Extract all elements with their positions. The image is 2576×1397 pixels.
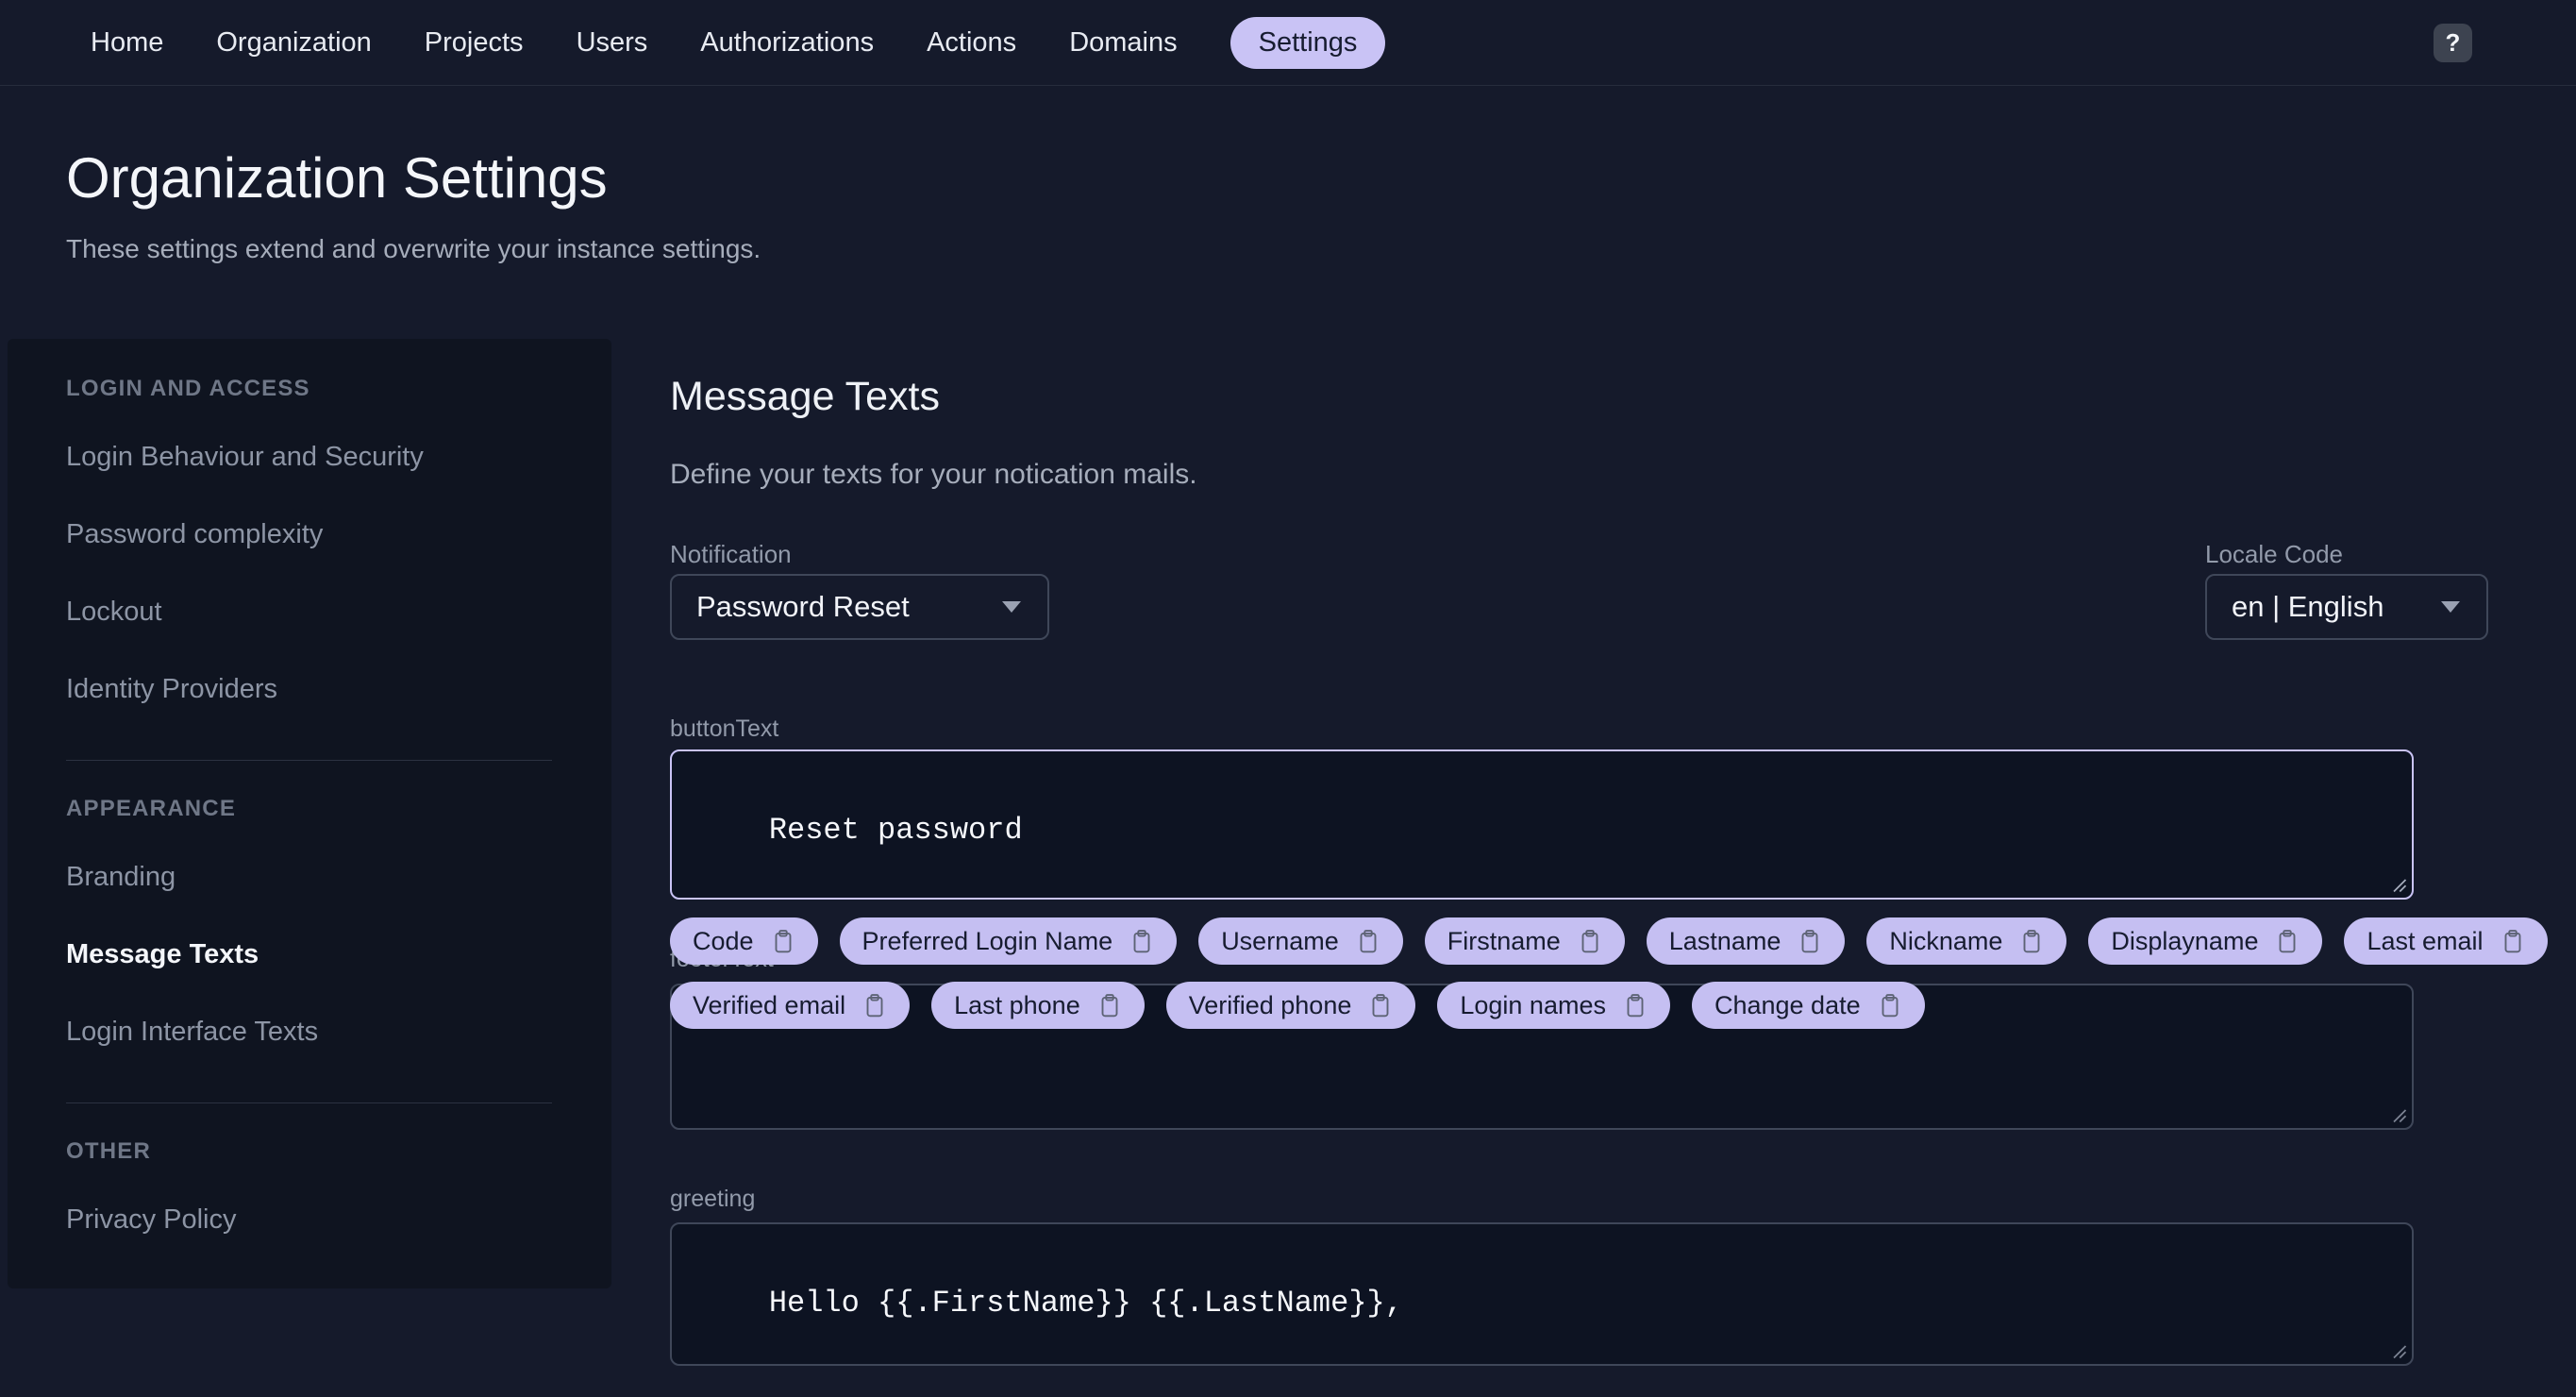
chip-code[interactable]: Code [670, 917, 818, 965]
sidebar-section-appearance: APPEARANCE [66, 796, 237, 821]
page-title: Organization Settings [66, 146, 608, 210]
chip-label: Verified email [693, 990, 846, 1019]
chip-label: Login names [1460, 990, 1606, 1019]
clipboard-icon [2023, 930, 2040, 953]
nav-item-users[interactable]: Users [577, 27, 648, 59]
sidebar-item-privacy-policy[interactable]: Privacy Policy [66, 1205, 611, 1234]
locale-select[interactable]: en | English [2205, 574, 2488, 640]
greeting-textarea[interactable]: Hello {{.FirstName}} {{.LastName}}, [670, 1222, 2414, 1366]
section-title: Message Texts [670, 374, 941, 419]
sidebar-item-login-behaviour-and-security[interactable]: Login Behaviour and Security [66, 443, 611, 471]
section-subtitle: Define your texts for your notication ma… [670, 459, 1197, 490]
nav-item-home[interactable]: Home [91, 27, 163, 59]
chip-nickname[interactable]: Nickname [1866, 917, 2067, 965]
locale-selected-value: en | English [2232, 590, 2384, 623]
nav-item-organization[interactable]: Organization [216, 27, 371, 59]
buttontext-label: buttonText [670, 715, 779, 742]
chip-label: Verified phone [1188, 990, 1352, 1019]
greeting-label: greeting [670, 1186, 756, 1212]
clipboard-icon [1360, 930, 1377, 953]
chip-login-names[interactable]: Login names [1437, 982, 1670, 1029]
clipboard-icon [1372, 994, 1389, 1018]
page-header: Organization Settings These settings ext… [66, 147, 761, 264]
resize-grip-icon[interactable] [2389, 1105, 2408, 1124]
chevron-down-icon [1002, 601, 1021, 613]
clipboard-icon [2504, 930, 2520, 953]
chip-label: Displayname [2111, 926, 2259, 955]
placeholder-chips-row-1: Code Preferred Login Name Username First… [670, 917, 2548, 965]
chip-label: Preferred Login Name [861, 926, 1113, 955]
sidebar-item-identity-providers[interactable]: Identity Providers [66, 675, 611, 703]
sidebar-item-branding[interactable]: Branding [66, 863, 611, 891]
clipboard-icon [2280, 930, 2296, 953]
chip-label: Code [693, 926, 754, 955]
buttontext-value: Reset password [768, 813, 1023, 848]
buttontext-textarea[interactable]: Reset password [670, 749, 2414, 900]
chip-firstname[interactable]: Firstname [1424, 917, 1625, 965]
notification-selected-value: Password Reset [696, 590, 910, 623]
chevron-down-icon [2441, 601, 2460, 613]
sidebar-divider [66, 760, 552, 761]
chip-label: Firstname [1447, 926, 1561, 955]
chip-preferred-login-name[interactable]: Preferred Login Name [839, 917, 1178, 965]
chip-displayname[interactable]: Displayname [2088, 917, 2323, 965]
sidebar-divider [66, 1102, 552, 1103]
message-texts-panel: Message Texts Define your texts for your… [670, 0, 2548, 1397]
resize-grip-icon[interactable] [2389, 875, 2408, 894]
sidebar-item-password-complexity[interactable]: Password complexity [66, 520, 611, 548]
chip-label: Nickname [1889, 926, 2003, 955]
sidebar-item-lockout[interactable]: Lockout [66, 598, 611, 626]
clipboard-icon [1801, 930, 1818, 953]
sidebar-section-login-and-access: LOGIN AND ACCESS [66, 376, 310, 401]
chip-verified-phone[interactable]: Verified phone [1165, 982, 1416, 1029]
chip-change-date[interactable]: Change date [1691, 982, 1925, 1029]
chip-label: Last phone [954, 990, 1080, 1019]
placeholder-chips-row-2: Verified email Last phone Verified phone… [670, 982, 1925, 1029]
sidebar-item-message-texts-active[interactable]: Message Texts [66, 940, 611, 968]
settings-sidebar: LOGIN AND ACCESS Login Behaviour and Sec… [8, 339, 611, 1288]
chip-label: Lastname [1668, 926, 1781, 955]
clipboard-icon [1101, 994, 1118, 1018]
clipboard-icon [1133, 930, 1150, 953]
clipboard-icon [1581, 930, 1598, 953]
clipboard-icon [775, 930, 791, 953]
nav-item-projects[interactable]: Projects [425, 27, 524, 59]
chip-label: Last email [2367, 926, 2484, 955]
resize-grip-icon[interactable] [2389, 1341, 2408, 1360]
page-subtitle: These settings extend and overwrite your… [66, 234, 761, 263]
clipboard-icon [866, 994, 883, 1018]
chip-lastname[interactable]: Lastname [1646, 917, 1846, 965]
clipboard-icon [1627, 994, 1644, 1018]
notification-select[interactable]: Password Reset [670, 574, 1049, 640]
chip-username[interactable]: Username [1198, 917, 1403, 965]
chip-last-phone[interactable]: Last phone [931, 982, 1145, 1029]
clipboard-icon [1882, 994, 1899, 1018]
chip-verified-email[interactable]: Verified email [670, 982, 911, 1029]
greeting-value: Hello {{.FirstName}} {{.LastName}}, [768, 1286, 1403, 1321]
chip-label: Username [1221, 926, 1339, 955]
notification-label: Notification [670, 540, 792, 568]
chip-label: Change date [1714, 990, 1861, 1019]
locale-code-label: Locale Code [2205, 540, 2343, 568]
chip-last-email[interactable]: Last email [2344, 917, 2548, 965]
sidebar-section-other: OTHER [66, 1138, 151, 1164]
sidebar-item-login-interface-texts[interactable]: Login Interface Texts [66, 1018, 611, 1046]
